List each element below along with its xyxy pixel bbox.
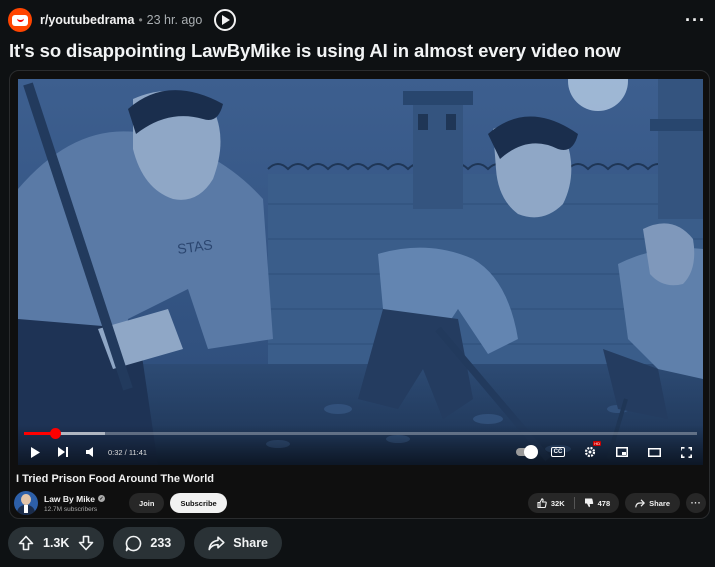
upvote-count: 1.3K xyxy=(43,536,70,550)
comments-button[interactable]: 233 xyxy=(113,527,186,559)
thumbs-up-icon xyxy=(537,498,547,508)
separator-dot: • xyxy=(138,13,143,27)
comment-count: 233 xyxy=(150,536,172,550)
channel-name: Law By Mike xyxy=(44,493,96,504)
video-actions: 32K 478 Share ··· xyxy=(527,493,706,513)
post-header: r/youtubedrama • 23 hr. ago ··· xyxy=(8,7,708,33)
fullscreen-icon[interactable] xyxy=(675,441,697,463)
avatar-shirt xyxy=(24,505,28,513)
verified-check-icon: ✓ xyxy=(98,495,106,502)
progress-knob[interactable] xyxy=(49,428,61,439)
more-options-icon[interactable]: ··· xyxy=(685,11,706,29)
subscribe-button[interactable]: Subscribe xyxy=(170,493,227,513)
play-video-icon[interactable] xyxy=(214,9,237,31)
dislike-count: 478 xyxy=(597,498,611,508)
youtube-share-button[interactable]: Share xyxy=(625,493,680,513)
video-thumbnail-illustration: STAS xyxy=(18,79,703,465)
share-button[interactable]: Share xyxy=(194,527,283,559)
thumbs-down-icon xyxy=(584,498,593,508)
subreddit-name[interactable]: r/youtubedrama xyxy=(40,13,134,27)
comment-bubble-icon xyxy=(126,535,142,551)
autoplay-toggle[interactable] xyxy=(515,441,538,463)
video-controls: 0:32 / 11:41 CC HD xyxy=(18,425,703,465)
miniplayer-icon[interactable] xyxy=(611,441,633,463)
channel-name-row[interactable]: Law By Mike ✓ xyxy=(44,493,106,504)
like-button[interactable]: 32K xyxy=(528,493,574,513)
post-time: 23 hr. ago xyxy=(146,13,203,27)
youtube-logo-icon xyxy=(12,14,28,26)
channel-avatar[interactable] xyxy=(14,491,38,515)
control-row: 0:32 / 11:41 CC HD xyxy=(18,441,703,463)
video-title[interactable]: I Tried Prison Food Around The World xyxy=(16,473,214,485)
hd-badge: HD xyxy=(593,441,601,446)
dislike-button[interactable]: 478 xyxy=(575,493,620,513)
like-count: 32K xyxy=(550,498,565,508)
right-controls: CC HD xyxy=(509,441,697,463)
share-arrow-icon xyxy=(635,498,646,507)
volume-icon[interactable] xyxy=(80,441,102,463)
subtitles-button[interactable]: CC xyxy=(547,441,569,463)
youtube-share-label: Share xyxy=(649,498,670,508)
like-dislike-bar: 32K 478 xyxy=(527,493,620,513)
youtube-embed: STAS 0:32 / 11:41 CC HD I Tried Prison F… xyxy=(9,70,710,519)
progress-bar[interactable] xyxy=(24,428,697,439)
autoplay-switch xyxy=(516,445,538,459)
post-actions: 1.3K 233 Share xyxy=(8,527,283,559)
upvote-icon[interactable] xyxy=(18,535,34,551)
timecode: 0:32 / 11:41 xyxy=(108,447,148,457)
settings-gear-icon[interactable]: HD xyxy=(579,441,601,463)
theater-mode-icon[interactable] xyxy=(643,441,665,463)
vote-group: 1.3K xyxy=(8,527,105,559)
join-button[interactable]: Join xyxy=(129,493,165,513)
downvote-icon[interactable] xyxy=(78,535,94,551)
video-player[interactable]: STAS 0:32 / 11:41 CC HD xyxy=(18,79,703,465)
share-icon xyxy=(208,535,225,550)
channel-info: Law By Mike ✓ 12.7M subscribers xyxy=(44,493,106,513)
share-label: Share xyxy=(233,536,269,550)
subscriber-count: 12.7M subscribers xyxy=(44,505,98,513)
next-icon[interactable] xyxy=(52,441,74,463)
play-icon[interactable] xyxy=(24,441,46,463)
post-title[interactable]: It's so disappointing LawByMike is using… xyxy=(9,40,621,62)
channel-row: Law By Mike ✓ 12.7M subscribers Join Subs… xyxy=(14,491,706,515)
cc-label: CC xyxy=(550,447,566,457)
youtube-more-icon[interactable]: ··· xyxy=(686,493,706,513)
subreddit-avatar[interactable] xyxy=(8,8,32,32)
avatar-head xyxy=(21,494,31,505)
